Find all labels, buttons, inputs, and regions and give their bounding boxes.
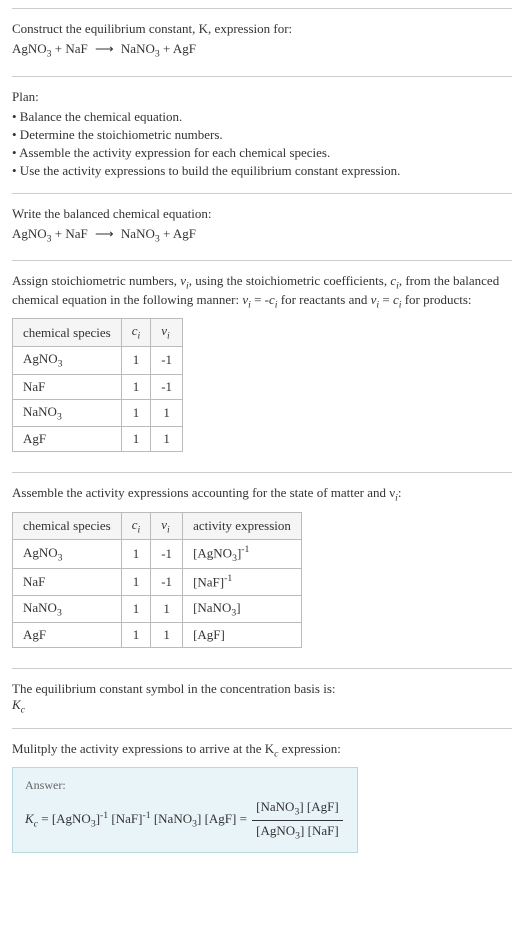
symbol-line1: The equilibrium constant symbol in the c… (12, 681, 512, 697)
cell-vi: -1 (151, 374, 183, 399)
activity-section: Assemble the activity expressions accoun… (12, 472, 512, 668)
plan-list: • Balance the chemical equation. • Deter… (12, 109, 512, 179)
reactant-1: AgNO3 (12, 41, 52, 56)
answer-equation: Kc = [AgNO3]-1 [NaF]-1 [NaNO3] [AgF] = [… (25, 799, 345, 841)
cell-species: AgF (13, 427, 122, 452)
reactant-1: AgNO3 (12, 226, 52, 241)
cell-expr: [NaF]-1 (183, 569, 302, 595)
cell-expr: [AgF] (183, 623, 302, 648)
symbol-kc: Kc (12, 697, 512, 716)
cell-vi: 1 (151, 623, 183, 648)
plan-item: • Balance the chemical equation. (12, 109, 512, 125)
multiply-section: Mulitply the activity expressions to arr… (12, 728, 512, 865)
table-row: AgNO3 1 -1 (13, 346, 183, 374)
table-header-row: chemical species ci νi activity expressi… (13, 512, 302, 540)
product-2: AgF (173, 41, 196, 56)
cell-vi: -1 (151, 346, 183, 374)
reactant-2: NaF (65, 226, 87, 241)
prompt-line1: Construct the equilibrium constant, K, e… (12, 21, 292, 36)
cell-ci: 1 (121, 569, 151, 595)
prompt-section: Construct the equilibrium constant, K, e… (12, 8, 512, 76)
plan-item: • Determine the stoichiometric numbers. (12, 127, 512, 143)
arrow-icon: ⟶ (95, 226, 114, 242)
header-vi: νi (151, 319, 183, 347)
cell-ci: 1 (121, 540, 151, 569)
reactant-2: NaF (65, 41, 87, 56)
product-1: NaNO3 (121, 41, 160, 56)
cell-vi: 1 (151, 399, 183, 427)
denominator: [AgNO3] [NaF] (252, 821, 343, 842)
header-expr: activity expression (183, 512, 302, 540)
cell-ci: 1 (121, 346, 151, 374)
stoich-table: chemical species ci νi AgNO3 1 -1 NaF 1 … (12, 318, 183, 452)
cell-species: NaNO3 (13, 399, 122, 427)
cell-ci: 1 (121, 374, 151, 399)
cell-ci: 1 (121, 623, 151, 648)
product-1: NaNO3 (121, 226, 160, 241)
cell-vi: -1 (151, 569, 183, 595)
cell-ci: 1 (121, 427, 151, 452)
plan-section: Plan: • Balance the chemical equation. •… (12, 76, 512, 193)
table-row: NaF 1 -1 (13, 374, 183, 399)
cell-species: AgNO3 (13, 346, 122, 374)
numerator: [NaNO3] [AgF] (252, 799, 343, 821)
cell-vi: -1 (151, 540, 183, 569)
table-row: AgF 1 1 [AgF] (13, 623, 302, 648)
balanced-title: Write the balanced chemical equation: (12, 206, 512, 222)
balanced-section: Write the balanced chemical equation: Ag… (12, 193, 512, 261)
symbol-section: The equilibrium constant symbol in the c… (12, 668, 512, 728)
cell-species: AgF (13, 623, 122, 648)
header-species: chemical species (13, 512, 122, 540)
balanced-equation: AgNO3 + NaF ⟶ NaNO3 + AgF (12, 226, 512, 245)
table-row: AgNO3 1 -1 [AgNO3]-1 (13, 540, 302, 569)
cell-vi: 1 (151, 427, 183, 452)
prompt-equation: AgNO3 + NaF ⟶ NaNO3 + AgF (12, 41, 512, 60)
fraction: [NaNO3] [AgF] [AgNO3] [NaF] (252, 799, 343, 841)
table-header-row: chemical species ci νi (13, 319, 183, 347)
cell-species: NaF (13, 374, 122, 399)
answer-box: Answer: Kc = [AgNO3]-1 [NaF]-1 [NaNO3] [… (12, 767, 358, 852)
cell-expr: [NaNO3] (183, 595, 302, 623)
product-2: AgF (173, 226, 196, 241)
cell-vi: 1 (151, 595, 183, 623)
plan-item: • Use the activity expressions to build … (12, 163, 512, 179)
cell-species: NaNO3 (13, 595, 122, 623)
table-row: NaF 1 -1 [NaF]-1 (13, 569, 302, 595)
cell-ci: 1 (121, 595, 151, 623)
prompt-text: Construct the equilibrium constant, K, e… (12, 21, 512, 37)
multiply-title: Mulitply the activity expressions to arr… (12, 741, 512, 760)
cell-expr: [AgNO3]-1 (183, 540, 302, 569)
table-row: NaNO3 1 1 [NaNO3] (13, 595, 302, 623)
stoich-section: Assign stoichiometric numbers, νi, using… (12, 260, 512, 472)
activity-title: Assemble the activity expressions accoun… (12, 485, 512, 504)
activity-table: chemical species ci νi activity expressi… (12, 512, 302, 648)
header-ci: ci (121, 512, 151, 540)
table-row: AgF 1 1 (13, 427, 183, 452)
stoich-intro: Assign stoichiometric numbers, νi, using… (12, 273, 512, 310)
plan-item: • Assemble the activity expression for e… (12, 145, 512, 161)
cell-ci: 1 (121, 399, 151, 427)
header-vi: νi (151, 512, 183, 540)
header-species: chemical species (13, 319, 122, 347)
plan-title: Plan: (12, 89, 512, 105)
cell-species: AgNO3 (13, 540, 122, 569)
arrow-icon: ⟶ (95, 41, 114, 57)
cell-species: NaF (13, 569, 122, 595)
header-ci: ci (121, 319, 151, 347)
answer-label: Answer: (25, 778, 345, 793)
table-row: NaNO3 1 1 (13, 399, 183, 427)
